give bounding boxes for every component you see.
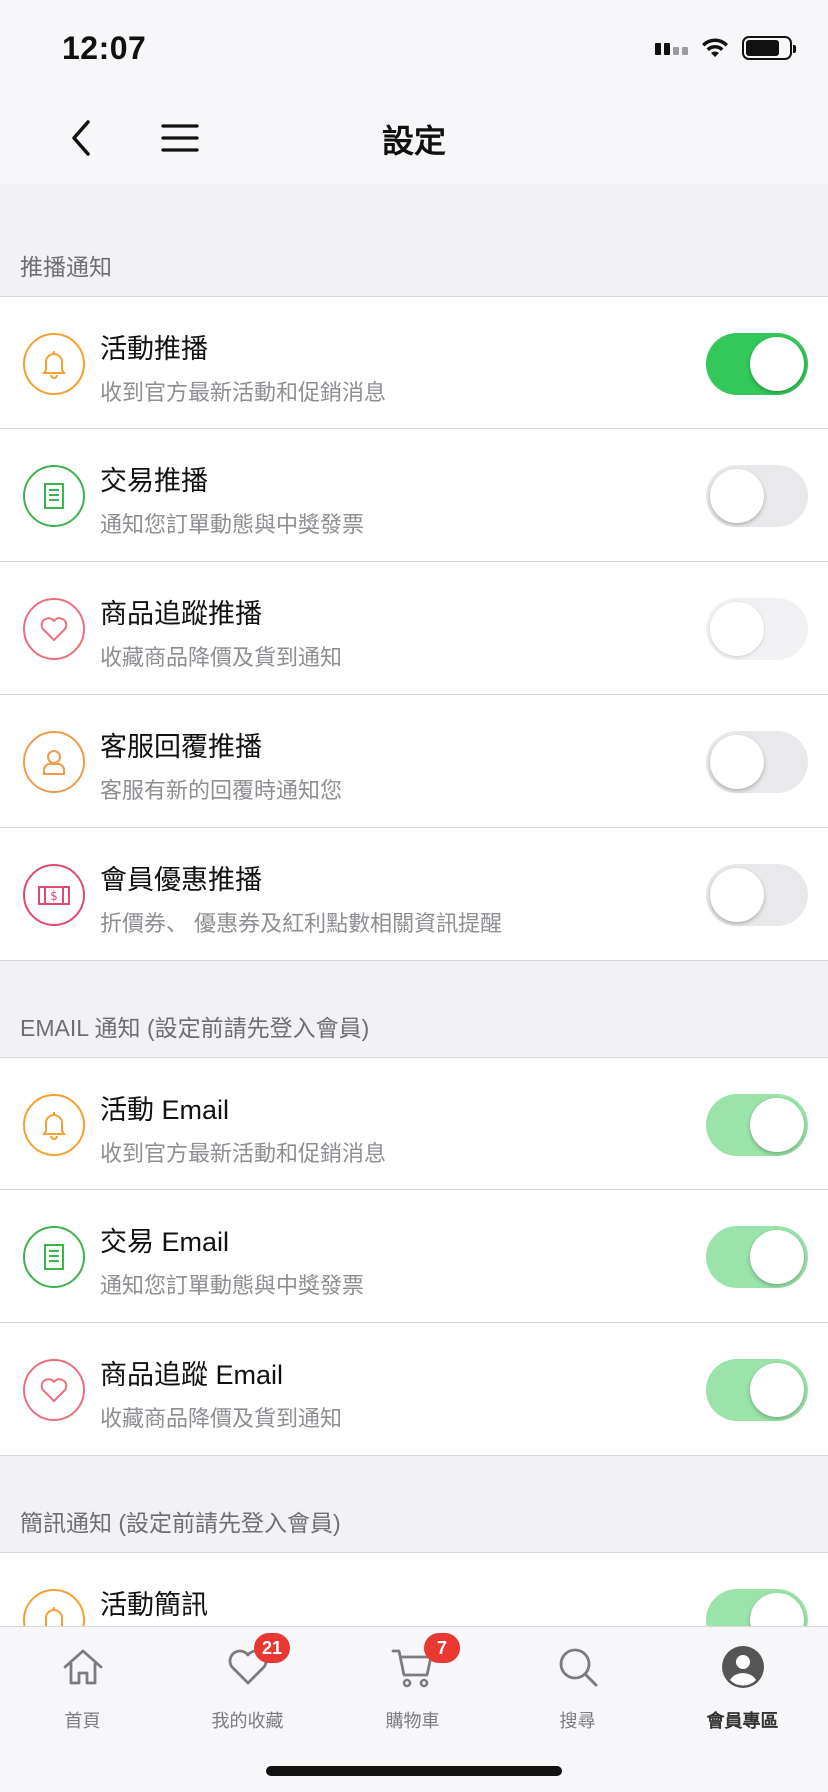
row-subtitle: 客服有新的回覆時通知您 <box>100 778 343 803</box>
section-label: 推播通知 <box>20 254 112 280</box>
row-title: 活動推播 <box>100 334 208 364</box>
home-icon <box>63 1649 102 1685</box>
customer-service-push-toggle[interactable] <box>706 731 808 793</box>
tab-label: 首頁 <box>64 1711 101 1731</box>
receipt-icon <box>23 465 85 527</box>
svg-text:$: $ <box>50 889 58 903</box>
settings-row-member-offer-push: $ 會員優惠推播 折價券、 優惠券及紅利點數相關資訊提醒 <box>0 828 828 961</box>
tab-label: 我的收藏 <box>211 1711 284 1731</box>
section-header-push: 推播通知 <box>0 184 828 296</box>
status-time: 12:07 <box>62 30 147 66</box>
row-title: 活動 Email <box>100 1095 230 1125</box>
tab-favorites[interactable]: 21 我的收藏 <box>165 1627 330 1737</box>
settings-row-customer-service-push: 客服回覆推播 客服有新的回覆時通知您 <box>0 695 828 828</box>
settings-list: 推播通知 活動推播 收到官方最新活動和促銷消息 交易推播 通知您訂單動態與中獎發… <box>0 184 828 1685</box>
tab-label: 購物車 <box>385 1711 440 1731</box>
row-subtitle: 收藏商品降價及貨到通知 <box>100 1406 343 1431</box>
row-subtitle: 收到官方最新活動和促銷消息 <box>100 1141 387 1166</box>
section-label: EMAIL 通知 (設定前請先登入會員) <box>20 1015 370 1041</box>
receipt-icon <box>23 1226 85 1288</box>
row-title: 商品追蹤推播 <box>100 599 262 629</box>
member-offer-push-toggle[interactable] <box>706 864 808 926</box>
tab-search[interactable]: 搜尋 <box>495 1627 660 1737</box>
settings-row-activity-email: 活動 Email 收到官方最新活動和促銷消息 <box>0 1057 828 1190</box>
bell-icon <box>23 1094 85 1156</box>
tab-home[interactable]: 首頁 <box>0 1627 165 1737</box>
customer-service-icon <box>23 731 85 793</box>
row-title: 商品追蹤 Email <box>100 1360 284 1390</box>
page-title: 設定 <box>381 123 446 159</box>
status-icons <box>655 36 796 60</box>
favorites-badge: 21 <box>254 1633 290 1663</box>
transaction-email-toggle[interactable] <box>706 1226 808 1288</box>
row-subtitle: 通知您訂單動態與中獎發票 <box>100 1273 365 1298</box>
cart-badge: 7 <box>424 1633 460 1663</box>
section-label: 簡訊通知 (設定前請先登入會員) <box>20 1510 341 1536</box>
tab-member[interactable]: 會員專區 <box>660 1627 825 1737</box>
row-title: 會員優惠推播 <box>100 865 262 895</box>
cellular-signal-icon <box>655 41 688 55</box>
tab-label: 會員專區 <box>706 1711 779 1731</box>
settings-row-product-tracking-push: 商品追蹤推播 收藏商品降價及貨到通知 <box>0 562 828 695</box>
row-subtitle: 通知您訂單動態與中獎發票 <box>100 512 365 537</box>
section-header-email: EMAIL 通知 (設定前請先登入會員) <box>0 961 828 1057</box>
row-title: 活動簡訊 <box>100 1590 208 1620</box>
row-title: 交易推播 <box>100 466 208 496</box>
coupon-icon: $ <box>23 864 85 926</box>
row-subtitle: 收到官方最新活動和促銷消息 <box>100 380 387 405</box>
settings-row-product-tracking-email: 商品追蹤 Email 收藏商品降價及貨到通知 <box>0 1323 828 1456</box>
home-indicator <box>266 1766 562 1776</box>
row-title: 客服回覆推播 <box>100 732 262 762</box>
product-tracking-email-toggle[interactable] <box>706 1359 808 1421</box>
tab-label: 搜尋 <box>559 1711 596 1731</box>
activity-email-toggle[interactable] <box>706 1094 808 1156</box>
settings-row-activity-push: 活動推播 收到官方最新活動和促銷消息 <box>0 296 828 429</box>
tab-cart[interactable]: 7 購物車 <box>330 1627 495 1737</box>
row-subtitle: 折價券、 優惠券及紅利點數相關資訊提醒 <box>100 911 503 936</box>
settings-row-transaction-push: 交易推播 通知您訂單動態與中獎發票 <box>0 429 828 562</box>
member-icon <box>721 1646 764 1688</box>
transaction-push-toggle[interactable] <box>706 465 808 527</box>
heart-icon <box>23 1359 85 1421</box>
navigation-bar: 設定 <box>0 92 828 184</box>
battery-icon <box>742 36 796 60</box>
activity-push-toggle[interactable] <box>706 333 808 395</box>
row-title: 交易 Email <box>100 1227 230 1257</box>
status-bar: 12:07 <box>0 0 828 92</box>
bell-icon <box>23 333 85 395</box>
product-tracking-push-toggle[interactable] <box>706 598 808 660</box>
section-header-sms: 簡訊通知 (設定前請先登入會員) <box>0 1456 828 1552</box>
wifi-icon <box>702 38 728 57</box>
search-icon <box>559 1648 597 1687</box>
heart-icon <box>23 598 85 660</box>
settings-row-transaction-email: 交易 Email 通知您訂單動態與中獎發票 <box>0 1190 828 1323</box>
row-subtitle: 收藏商品降價及貨到通知 <box>100 645 343 670</box>
